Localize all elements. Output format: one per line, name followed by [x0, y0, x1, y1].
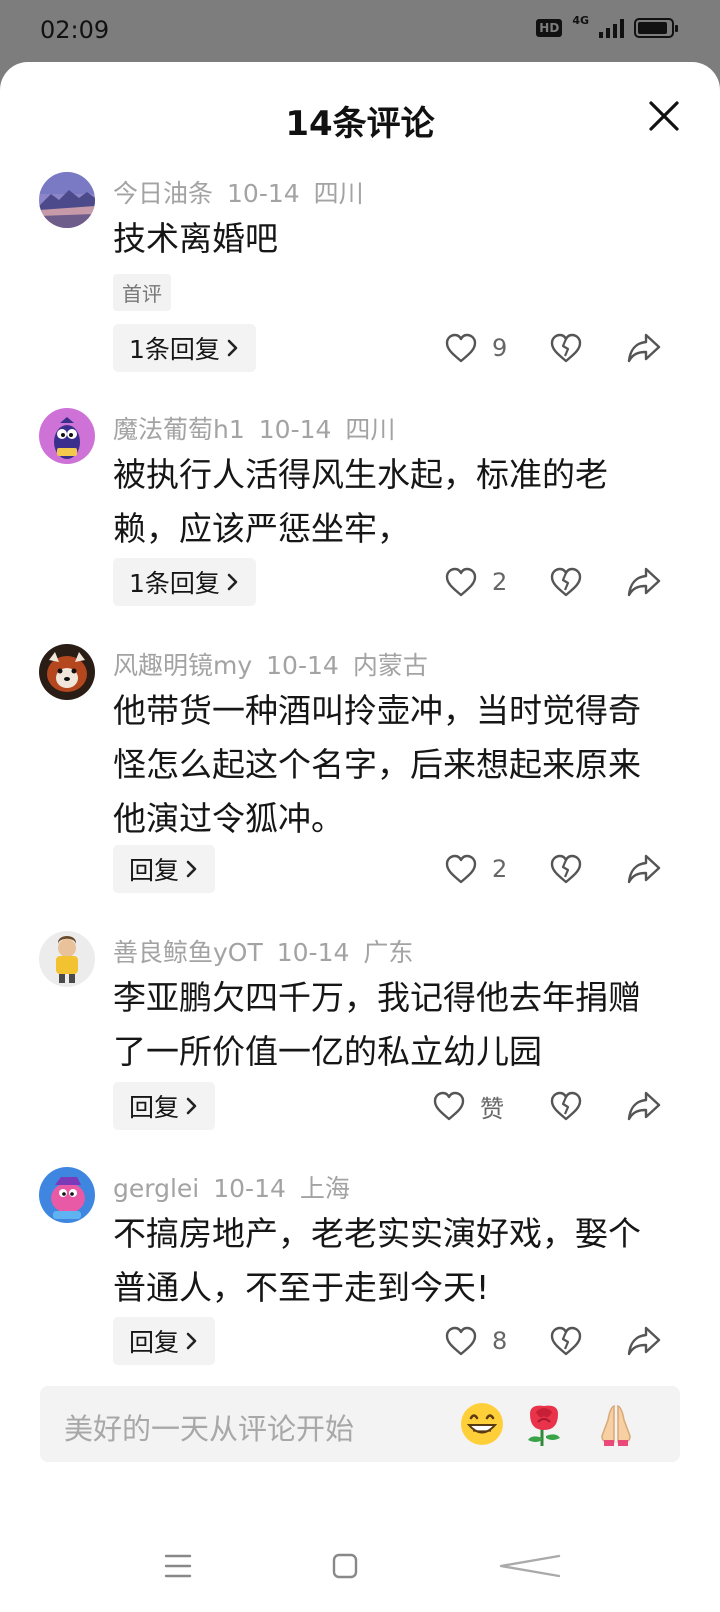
comment-text[interactable]: 被执行人活得风生水起，标准的老赖，应该严惩坐牢，: [113, 448, 658, 556]
share-icon[interactable]: [626, 331, 662, 365]
comment-meta: 魔法葡萄h1 10-14 四川: [113, 410, 409, 446]
comment-actions: 赞: [0, 1082, 720, 1130]
pray-emoji-icon[interactable]: [592, 1400, 640, 1448]
status-bar: 02:09 HD 4G: [0, 0, 720, 64]
battery-icon: [634, 18, 678, 38]
hd-icon: HD: [536, 19, 563, 37]
heart-icon: [445, 854, 477, 884]
broken-heart-icon[interactable]: [549, 1089, 583, 1123]
broken-heart-icon[interactable]: [549, 1324, 583, 1358]
broken-heart-icon[interactable]: [549, 852, 583, 886]
comment-item: 今日油条 10-14 四川 技术离婚吧 首评 1条回复 9: [0, 172, 720, 372]
share-icon[interactable]: [626, 1324, 662, 1358]
comment-location: 内蒙古: [352, 651, 428, 680]
sheet-title: 14条评论: [285, 104, 435, 144]
comment-item: gerglei 10-14 上海 不搞房地产，老老实实演好戏，娶个普通人，不至于走到…: [0, 1167, 720, 1367]
first-comment-tag: 首评: [113, 274, 171, 311]
comment-meta: 善良鲸鱼yOT 10-14 广东: [113, 933, 427, 969]
status-time: 02:09: [40, 16, 110, 44]
comment-actions: 9: [0, 324, 720, 372]
battery-level: [638, 22, 667, 34]
comment-text[interactable]: 他带货一种酒叫拎壶冲，当时觉得奇怪怎么起这个名字，后来想起来原来他演过令狐冲。: [113, 684, 658, 846]
heart-icon: [445, 567, 477, 597]
like-count: 2: [492, 568, 508, 596]
comment-date: 10-14: [276, 938, 350, 967]
back-icon[interactable]: [497, 1552, 561, 1580]
like-count: 8: [492, 1327, 508, 1355]
broken-heart-icon[interactable]: [549, 565, 583, 599]
comment-meta: 今日油条 10-14 四川: [113, 174, 378, 210]
comment-text[interactable]: 不搞房地产，老老实实演好戏，娶个普通人，不至于走到今天!: [113, 1207, 658, 1315]
comment-date: 10-14: [258, 415, 332, 444]
rose-emoji-icon[interactable]: [520, 1400, 568, 1448]
heart-icon: [445, 1326, 477, 1356]
comment-item: 善良鲸鱼yOT 10-14 广东 李亚鹏欠四千万，我记得他去年捐赠了一所价值一亿的私…: [0, 931, 720, 1131]
avatar[interactable]: [39, 172, 95, 228]
share-icon[interactable]: [626, 565, 662, 599]
like-count: 2: [492, 855, 508, 883]
menu-icon[interactable]: [164, 1552, 192, 1580]
avatar[interactable]: [39, 931, 95, 987]
comment-meta: gerglei 10-14 上海: [113, 1169, 364, 1205]
comment-username[interactable]: 魔法葡萄h1: [113, 415, 245, 444]
comment-username[interactable]: gerglei: [113, 1174, 199, 1203]
system-navigation-bar: [0, 1522, 720, 1612]
share-icon[interactable]: [626, 852, 662, 886]
comment-item: 魔法葡萄h1 10-14 四川 被执行人活得风生水起，标准的老赖，应该严惩坐牢， 1…: [0, 408, 720, 608]
comment-actions: 2: [0, 845, 720, 893]
comment-location: 广东: [363, 938, 414, 967]
comment-text[interactable]: 李亚鹏欠四千万，我记得他去年捐赠了一所价值一亿的私立幼儿园: [113, 971, 658, 1079]
comment-location: 四川: [345, 415, 396, 444]
like-label: 赞: [480, 1094, 504, 1123]
like-button[interactable]: 9: [444, 324, 507, 372]
comment-actions: 8: [0, 1317, 720, 1365]
broken-heart-icon[interactable]: [549, 331, 583, 365]
heart-icon: [445, 333, 477, 363]
close-icon[interactable]: [646, 98, 682, 134]
like-button[interactable]: 8: [444, 1317, 507, 1365]
like-button[interactable]: 2: [444, 845, 507, 893]
home-icon[interactable]: [331, 1552, 359, 1580]
comments-sheet: 14条评论 今日油条 10-14 四川 技术离婚吧 首评 1条回复 9 魔法葡萄…: [0, 62, 720, 1612]
like-count: 9: [492, 334, 508, 362]
comment-date: 10-14: [213, 1174, 286, 1203]
comment-date: 10-14: [266, 651, 339, 680]
comment-input[interactable]: 美好的一天从评论开始: [40, 1386, 680, 1462]
comment-username[interactable]: 今日油条: [113, 179, 213, 208]
comment-location: 上海: [299, 1174, 350, 1203]
signal-icon: [599, 18, 624, 38]
like-button[interactable]: 2: [444, 558, 507, 606]
comment-text[interactable]: 技术离婚吧: [113, 212, 658, 266]
share-icon[interactable]: [626, 1089, 662, 1123]
network-type: 4G: [572, 13, 589, 27]
avatar[interactable]: [39, 1167, 95, 1223]
comment-username[interactable]: 善良鲸鱼yOT: [113, 938, 263, 967]
like-button[interactable]: 赞: [432, 1082, 504, 1130]
status-icons: HD 4G: [536, 14, 678, 38]
comment-location: 四川: [313, 179, 364, 208]
heart-icon: [433, 1091, 465, 1121]
comment-actions: 2: [0, 558, 720, 606]
comment-item: 风趣明镜my 10-14 内蒙古 他带货一种酒叫拎壶冲，当时觉得奇怪怎么起这个名字，…: [0, 644, 720, 894]
comment-input-placeholder: 美好的一天从评论开始: [64, 1412, 355, 1446]
comment-meta: 风趣明镜my 10-14 内蒙古: [113, 646, 442, 682]
avatar[interactable]: [39, 644, 95, 700]
avatar[interactable]: [39, 408, 95, 464]
comment-date: 10-14: [227, 179, 300, 208]
grinning-emoji-icon[interactable]: [458, 1400, 506, 1448]
comment-username[interactable]: 风趣明镜my: [113, 651, 252, 680]
